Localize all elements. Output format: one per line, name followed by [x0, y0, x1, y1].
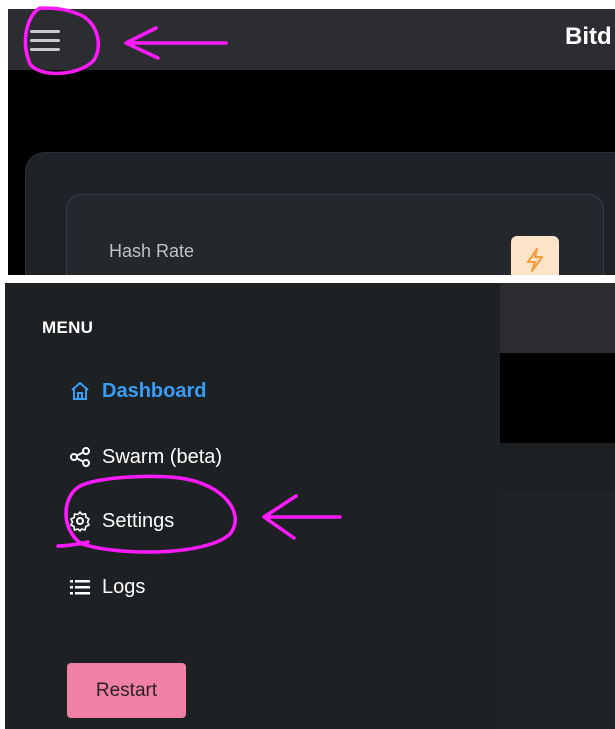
lightning-icon	[511, 236, 559, 275]
app-title: Bitd	[565, 23, 612, 50]
content-area	[500, 491, 615, 729]
home-icon	[68, 379, 92, 403]
sidebar: MENU Dashboard Swarm (beta) Settings Log…	[5, 283, 500, 729]
sidebar-item-label: Dashboard	[102, 379, 207, 402]
sidebar-item-label: Swarm (beta)	[102, 445, 223, 468]
menu-title: MENU	[42, 318, 94, 337]
sidebar-item-logs[interactable]: Logs	[68, 572, 145, 602]
sidebar-item-label: Settings	[102, 509, 175, 532]
gear-icon	[68, 509, 92, 533]
divider	[0, 275, 615, 283]
sidebar-item-settings[interactable]: Settings	[68, 506, 174, 536]
top-bar: Bitd	[8, 9, 615, 70]
top-bar	[500, 283, 615, 353]
sidebar-view-crop: MENU Dashboard Swarm (beta) Settings Log…	[5, 283, 615, 729]
hamburger-menu-icon[interactable]	[30, 25, 70, 55]
hash-rate-label: Hash Rate	[109, 241, 195, 261]
restart-button[interactable]: Restart	[67, 663, 186, 718]
content-band	[500, 443, 615, 491]
sidebar-item-dashboard[interactable]: Dashboard	[68, 376, 206, 406]
sidebar-item-label: Logs	[102, 575, 146, 598]
share-icon	[68, 445, 92, 469]
sidebar-item-swarm[interactable]: Swarm (beta)	[68, 442, 222, 472]
dashboard-view-crop: Bitd Hash Rate	[8, 9, 615, 275]
list-icon	[68, 575, 92, 599]
